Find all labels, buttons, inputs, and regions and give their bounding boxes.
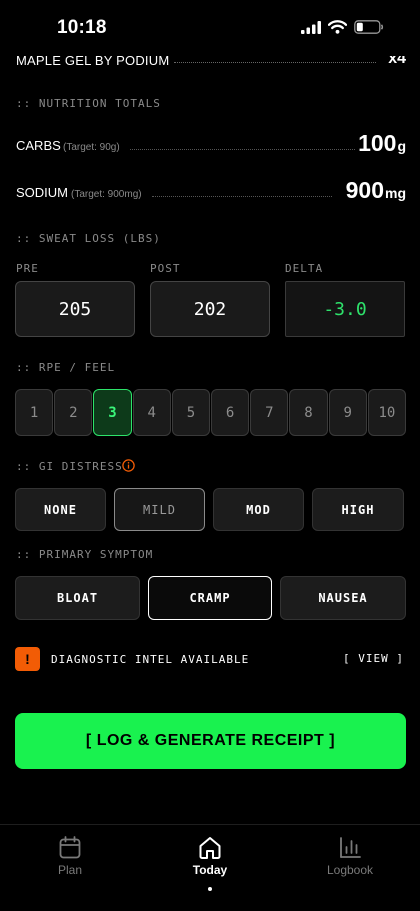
rpe-selector: 1 2 3 4 5 6 7 8 9 10 [15, 389, 407, 436]
status-bar: 10:18 [0, 0, 420, 56]
symptom-option-cramp[interactable]: CRAMP [148, 576, 272, 620]
sodium-unit: mg [385, 185, 406, 201]
rpe-option-5[interactable]: 5 [171, 389, 211, 436]
sodium-target: (Target: 900mg) [71, 189, 142, 200]
rpe-option-7[interactable]: 7 [250, 389, 289, 436]
tab-today[interactable]: Today [155, 836, 265, 877]
rpe-option-8[interactable]: 8 [289, 389, 328, 436]
tab-bar: Plan Today Logbook [0, 824, 420, 911]
carbs-total: 100g [358, 130, 406, 157]
sodium-label: SODIUM [16, 185, 68, 200]
rpe-option-10[interactable]: 10 [367, 389, 407, 436]
rpe-option-1[interactable]: 1 [15, 389, 54, 436]
carbs-value: 100 [358, 130, 397, 156]
rpe-section-label: :: RPE / FEEL [16, 361, 116, 374]
sweat-loss-section-label: :: SWEAT LOSS (LBS) [16, 232, 161, 245]
calendar-icon [59, 836, 81, 859]
primary-symptom-section-label: :: PRIMARY SYMPTOM [16, 548, 154, 561]
gi-option-high[interactable]: HIGH [312, 488, 404, 531]
active-tab-indicator [208, 887, 212, 891]
pre-weight-input[interactable]: 205 [15, 281, 135, 337]
battery-icon [354, 20, 384, 34]
info-icon[interactable] [122, 459, 135, 472]
tab-logbook[interactable]: Logbook [295, 836, 405, 877]
wifi-icon [328, 20, 347, 34]
carbs-unit: g [397, 138, 406, 154]
gi-option-mod[interactable]: MOD [213, 488, 304, 531]
gi-option-none[interactable]: NONE [15, 488, 106, 531]
primary-symptom-selector: BLOAT CRAMP NAUSEA [15, 576, 406, 620]
sodium-value: 900 [345, 177, 384, 203]
tab-plan[interactable]: Plan [15, 836, 125, 877]
alert-badge: ! [15, 647, 40, 671]
gi-distress-selector: NONE MILD MOD HIGH [15, 488, 406, 531]
bar-chart-icon [340, 837, 361, 858]
home-icon [199, 837, 221, 859]
leader-dots [152, 196, 332, 197]
cellular-signal-icon [301, 20, 321, 34]
rpe-option-6[interactable]: 6 [211, 389, 250, 436]
status-icons [301, 20, 384, 34]
gi-distress-section-label: :: GI DISTRESS [16, 460, 123, 473]
delta-label: DELTA [285, 262, 324, 275]
symptom-option-bloat[interactable]: BLOAT [15, 576, 140, 620]
carbs-target: (Target: 90g) [63, 142, 120, 153]
nutrition-section-label: :: NUTRITION TOTALS [16, 97, 161, 110]
carbs-row: CARBS (Target: 90g) 100g [16, 127, 406, 159]
alert-text: DIAGNOSTIC INTEL AVAILABLE [51, 653, 250, 666]
diagnostic-alert: ! DIAGNOSTIC INTEL AVAILABLE [ VIEW ] [15, 647, 406, 671]
leader-dots [174, 62, 376, 63]
rpe-option-3[interactable]: 3 [93, 389, 132, 436]
tab-logbook-label: Logbook [326, 863, 374, 877]
status-time: 10:18 [57, 17, 107, 38]
pre-label: PRE [16, 262, 39, 275]
tab-today-label: Today [192, 863, 228, 877]
symptom-option-nausea[interactable]: NAUSEA [280, 576, 406, 620]
carbs-label: CARBS [16, 138, 61, 153]
sodium-row: SODIUM (Target: 900mg) 900mg [16, 174, 406, 206]
view-link[interactable]: [ VIEW ] [343, 652, 404, 665]
rpe-option-4[interactable]: 4 [132, 389, 171, 436]
post-weight-input[interactable]: 202 [150, 281, 270, 337]
sodium-total: 900mg [346, 177, 406, 204]
tab-plan-label: Plan [57, 863, 83, 877]
leader-dots [130, 149, 355, 150]
gi-option-mild[interactable]: MILD [114, 488, 205, 531]
post-label: POST [150, 262, 181, 275]
log-generate-receipt-button[interactable]: [ LOG & GENERATE RECEIPT ] [15, 713, 406, 769]
rpe-option-9[interactable]: 9 [328, 389, 367, 436]
rpe-option-2[interactable]: 2 [54, 389, 93, 436]
delta-readout: -3.0 [285, 281, 405, 337]
